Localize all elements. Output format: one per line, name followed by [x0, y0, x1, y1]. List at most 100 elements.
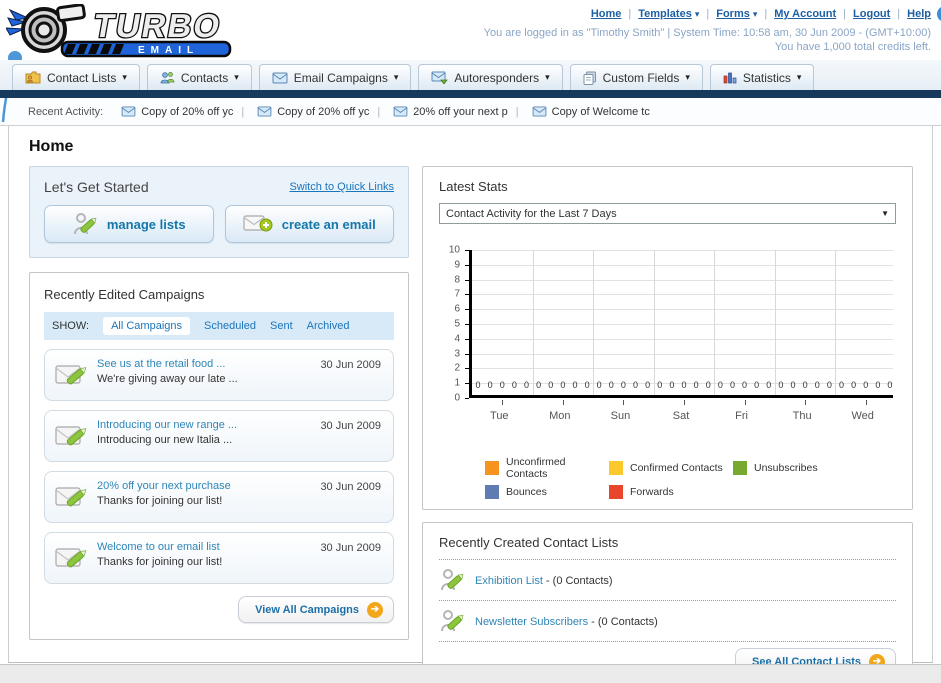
recent-activity-text: Copy of 20% off yc [277, 105, 370, 118]
top-link-my-account[interactable]: My Account [757, 8, 836, 20]
campaign-date: 30 Jun 2009 [320, 420, 381, 432]
value-label: 0 [548, 380, 554, 390]
filter-scheduled[interactable]: Scheduled [204, 320, 256, 332]
x-axis-tick [744, 400, 746, 405]
create-email-label: create an email [281, 216, 376, 232]
recent-activity-item[interactable]: Copy of Welcome tc [508, 106, 650, 118]
top-link-home[interactable]: Home [591, 8, 622, 20]
view-all-campaigns-label: View All Campaigns [255, 603, 359, 616]
contact-list-link[interactable]: Newsletter Subscribers [475, 616, 588, 628]
value-label: 0 [596, 380, 602, 390]
footer-strip [0, 664, 941, 683]
value-label: 0 [536, 380, 542, 390]
envelope-pencil-icon [54, 542, 90, 577]
gridline [835, 250, 837, 395]
top-link-forms[interactable]: Forms▾ [699, 8, 757, 20]
campaign-card[interactable]: Welcome to our email list Thanks for joi… [44, 532, 394, 584]
top-link-help[interactable]: Help [890, 6, 941, 22]
envelope-pencil-icon [54, 420, 90, 455]
page-title: Home [29, 138, 74, 155]
value-label: 0 [584, 380, 590, 390]
envelope-icon [257, 106, 272, 117]
filter-all-campaigns[interactable]: All Campaigns [103, 317, 190, 335]
x-axis-tick [562, 400, 564, 405]
recent-activity-text: 20% off your next p [413, 105, 508, 118]
contact-list-count: - (0 Contacts) [588, 616, 658, 628]
manage-lists-button[interactable]: manage lists [44, 205, 214, 243]
y-axis-tick-label: 0 [454, 392, 460, 404]
tab-autoresponders[interactable]: Autoresponders ▾ [418, 64, 563, 90]
chart-y-labels: 0 1 2 3 4 5 6 7 8 9 10 [439, 245, 465, 404]
value-label: 0 [875, 380, 881, 390]
envelope-pencil-icon [54, 481, 90, 516]
person-pencil-icon [73, 213, 97, 235]
pages-icon [583, 71, 596, 85]
recent-activity-item[interactable]: Copy of 20% off yc [121, 106, 233, 118]
show-label: SHOW: [52, 320, 90, 332]
legend-label: Bounces [506, 486, 547, 498]
campaign-card[interactable]: 20% off your next purchase Thanks for jo… [44, 471, 394, 523]
y-axis-tick [465, 398, 469, 399]
value-label: 0 [693, 380, 699, 390]
contact-list-item[interactable]: Newsletter Subscribers - (0 Contacts) [439, 601, 896, 642]
value-label: 0 [608, 380, 614, 390]
recent-activity-item[interactable]: 20% off your next p [369, 105, 508, 118]
person-pencil-icon [441, 610, 464, 632]
create-email-button[interactable]: create an email [224, 205, 394, 243]
y-axis-tick [465, 294, 469, 296]
campaign-date: 30 Jun 2009 [320, 542, 381, 554]
tab-label: Autoresponders [454, 70, 540, 85]
main-content: Home Let's Get Started Switch to Quick L… [8, 126, 933, 683]
contact-list-item[interactable]: Exhibition List - (0 Contacts) [439, 560, 896, 601]
filter-archived[interactable]: Archived [307, 320, 350, 332]
value-label: 0 [645, 380, 651, 390]
y-axis-tick [465, 353, 469, 355]
value-label: 0 [572, 380, 578, 390]
x-axis-tick [684, 400, 685, 405]
top-link-templates[interactable]: Templates▾ [621, 8, 699, 20]
gridline [472, 250, 893, 251]
contact-list-link[interactable]: Exhibition List [475, 575, 543, 587]
envelope-plus-icon [243, 215, 273, 232]
legend-item: Unconfirmed Contacts [485, 456, 609, 480]
y-axis-tick-label: 9 [454, 259, 460, 271]
gridline [472, 279, 893, 281]
tab-contacts[interactable]: Contacts ▾ [146, 64, 252, 90]
top-link-logout[interactable]: Logout [836, 8, 890, 20]
legend-swatch [609, 461, 623, 475]
tab-contact-lists[interactable]: Contact Lists ▾ [12, 64, 140, 90]
filter-sent[interactable]: Sent [270, 320, 293, 332]
recent-activity-text: Copy of Welcome tc [551, 105, 650, 118]
recent-campaigns-panel: Recently Edited Campaigns SHOW: All Camp… [29, 272, 409, 640]
tab-custom-fields[interactable]: Custom Fields ▾ [569, 64, 703, 90]
view-all-campaigns-button[interactable]: View All Campaigns ➔ [238, 596, 394, 623]
envelope-icon [532, 106, 546, 117]
campaign-card[interactable]: See us at the retail food ... We're givi… [44, 349, 394, 401]
legend-swatch [485, 485, 499, 499]
campaign-date: 30 Jun 2009 [320, 359, 381, 371]
chart-day-labels: Tue Mon Sun Sat Fri Thu Wed [469, 410, 893, 424]
contact-lists-title: Recently Created Contact Lists [439, 535, 619, 550]
value-label: 0 [560, 380, 566, 390]
tab-statistics[interactable]: Statistics ▾ [709, 64, 815, 90]
x-axis-tick [502, 400, 504, 405]
recent-activity-text: Copy of 20% off yc [141, 105, 234, 118]
value-label: 0 [523, 380, 530, 390]
legend-swatch [485, 461, 499, 475]
x-axis-day-label: Fri [735, 410, 748, 422]
y-axis-tick-label: 3 [454, 348, 460, 360]
switch-quick-links-link[interactable]: Switch to Quick Links [289, 181, 394, 193]
y-axis-tick [465, 338, 469, 340]
svg-text:TURBO: TURBO [91, 8, 225, 45]
stats-activity-select[interactable]: Contact Activity for the Last 7 Days ▼ [439, 203, 896, 224]
envelope-icon [393, 106, 408, 117]
x-axis-day-label: Wed [851, 410, 874, 422]
recent-activity-item[interactable]: Copy of 20% off yc [233, 106, 369, 118]
campaign-card[interactable]: Introducing our new range ... Introducin… [44, 410, 394, 462]
value-label: 0 [814, 380, 820, 390]
legend-item: Bounces [485, 485, 609, 499]
tab-email-campaigns[interactable]: Email Campaigns ▾ [258, 64, 412, 90]
contact-list-count: - (0 Contacts) [542, 575, 613, 587]
value-label: 0 [778, 380, 784, 390]
value-label: 0 [717, 380, 723, 390]
